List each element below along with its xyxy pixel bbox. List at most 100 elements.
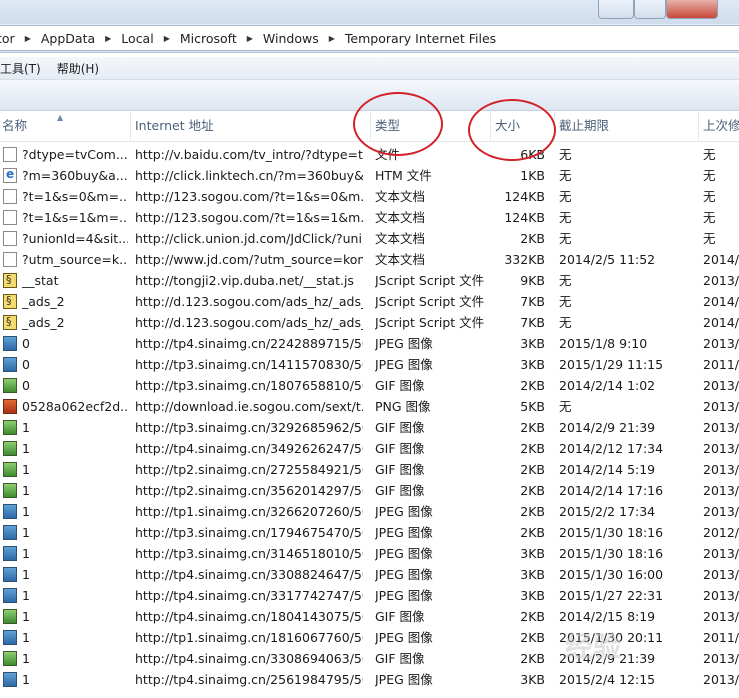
table-row[interactable]: 1 http://tp3.sinaimg.cn/3146518010/50... J…	[0, 543, 739, 564]
breadcrumb-item[interactable]: Local	[115, 31, 159, 46]
breadcrumb-separator-icon[interactable]: ▶	[243, 34, 257, 43]
cell-url: http://tp2.sinaimg.cn/2725584921/50...	[135, 462, 363, 477]
doc-file-icon	[3, 189, 17, 204]
table-row[interactable]: 1 http://tp4.sinaimg.cn/2561984795/50... J…	[0, 669, 739, 690]
jpeg-file-icon	[3, 546, 17, 561]
cell-url: http://tp1.sinaimg.cn/3266207260/50...	[135, 504, 363, 519]
breadcrumb-separator-icon[interactable]: ▶	[21, 34, 35, 43]
menu-item[interactable]: 帮助(H)	[49, 60, 107, 77]
cell-size: 3KB	[520, 672, 545, 687]
column-header-expires[interactable]: 截止期限	[554, 111, 699, 141]
table-row[interactable]: 1 http://tp3.sinaimg.cn/3292685962/50... G…	[0, 417, 739, 438]
cell-url: http://tp3.sinaimg.cn/3146518010/50...	[135, 546, 363, 561]
title-bar	[0, 0, 739, 24]
breadcrumb-separator-icon[interactable]: ▶	[101, 34, 115, 43]
cell-url: http://tp4.sinaimg.cn/1804143075/50...	[135, 609, 363, 624]
table-row[interactable]: ?unionId=4&sit... http://click.union.jd.c…	[0, 228, 739, 249]
table-row[interactable]: ?t=1&s=0&m=... http://123.sogou.com/?t=1&…	[0, 186, 739, 207]
table-row[interactable]: __stat http://tongji2.vip.duba.net/__stat…	[0, 270, 739, 291]
cell-last: 2014/2	[703, 294, 739, 309]
table-row[interactable]: _ads_2 http://d.123.sogou.com/ads_hz/_ads…	[0, 312, 739, 333]
cell-last: 2014/2	[703, 315, 739, 330]
cell-type: PNG 图像	[375, 399, 431, 414]
table-row[interactable]: 1 http://tp4.sinaimg.cn/3308694063/50... G…	[0, 648, 739, 669]
breadcrumb-separator-icon[interactable]: ▶	[160, 34, 174, 43]
cell-last: 2013/1	[703, 483, 739, 498]
table-row[interactable]: 1 http://tp3.sinaimg.cn/1794675470/50... J…	[0, 522, 739, 543]
jpeg-file-icon	[3, 630, 17, 645]
cell-size: 124KB	[504, 210, 545, 225]
cell-expires: 无	[559, 399, 572, 414]
jpeg-file-icon	[3, 336, 17, 351]
breadcrumb-item[interactable]: AppData	[35, 31, 101, 46]
table-row[interactable]: 1 http://tp4.sinaimg.cn/3308824647/50... J…	[0, 564, 739, 585]
cell-size: 9KB	[520, 273, 545, 288]
cell-expires: 2014/2/9 21:39	[559, 420, 656, 435]
cell-url: http://click.union.jd.com/JdClick/?uni..…	[135, 231, 363, 246]
table-row[interactable]: 0 http://tp3.sinaimg.cn/1411570830/50... J…	[0, 354, 739, 375]
table-row[interactable]: 1 http://tp4.sinaimg.cn/1804143075/50... G…	[0, 606, 739, 627]
cell-last: 2013/1	[703, 462, 739, 477]
table-row[interactable]: 1 http://tp2.sinaimg.cn/2725584921/50... G…	[0, 459, 739, 480]
cell-last: 2013/4	[703, 588, 739, 603]
table-row[interactable]: ?t=1&s=1&m=... http://123.sogou.com/?t=1&…	[0, 207, 739, 228]
breadcrumb-item[interactable]: tor	[0, 31, 21, 46]
cell-url: http://download.ie.sogou.com/sext/t...	[135, 399, 363, 414]
cell-last: 2013/1	[703, 546, 739, 561]
cell-type: JPEG 图像	[375, 336, 433, 351]
table-row[interactable]: 1 http://tp1.sinaimg.cn/1816067760/50... J…	[0, 627, 739, 648]
cell-last: 2013/1	[703, 378, 739, 393]
table-row[interactable]: ?m=360buy&a... http://click.linktech.cn/?…	[0, 165, 739, 186]
cell-type: GIF 图像	[375, 651, 425, 666]
minimize-button[interactable]	[598, 0, 634, 19]
cell-last: 2013/1	[703, 672, 739, 687]
column-header-name[interactable]: 名称	[0, 111, 130, 141]
toolbar	[0, 80, 739, 111]
gif-file-icon	[3, 462, 17, 477]
table-row[interactable]: 1 http://tp4.sinaimg.cn/3317742747/50... J…	[0, 585, 739, 606]
gif-file-icon	[3, 441, 17, 456]
cell-name: 1	[22, 483, 30, 498]
table-row[interactable]: 1 http://tp2.sinaimg.cn/3562014297/50... G…	[0, 480, 739, 501]
cell-expires: 2015/1/29 11:15	[559, 357, 664, 372]
cell-type: 文本文档	[375, 252, 426, 267]
column-header-last-modified[interactable]: 上次修	[698, 111, 739, 141]
table-row[interactable]: ?dtype=tvCom... http://v.baidu.com/tv_int…	[0, 144, 739, 165]
table-row[interactable]: ?utm_source=k... http://www.jd.com/?utm_s…	[0, 249, 739, 270]
cell-size: 2KB	[520, 420, 545, 435]
cell-url: http://tp4.sinaimg.cn/3492626247/50...	[135, 441, 363, 456]
cell-name: 1	[22, 609, 30, 624]
cell-name: 1	[22, 525, 30, 540]
cell-last: 2012/6	[703, 525, 739, 540]
cell-expires: 2015/2/4 12:15	[559, 672, 656, 687]
cell-url: http://d.123.sogou.com/ads_hz/_ads_...	[135, 315, 363, 330]
breadcrumb-separator-icon[interactable]: ▶	[325, 34, 339, 43]
column-header-type[interactable]: 类型	[370, 111, 491, 141]
cell-type: JPEG 图像	[375, 672, 433, 687]
cell-expires: 无	[559, 315, 572, 330]
cell-expires: 无	[559, 210, 572, 225]
table-row[interactable]: 1 http://tp4.sinaimg.cn/3492626247/50... G…	[0, 438, 739, 459]
cell-size: 2KB	[520, 525, 545, 540]
cell-expires: 2015/2/2 17:34	[559, 504, 656, 519]
table-row[interactable]: _ads_2 http://d.123.sogou.com/ads_hz/_ads…	[0, 291, 739, 312]
menu-item[interactable]: 工具(T)	[0, 60, 49, 77]
breadcrumb-item[interactable]: Temporary Internet Files	[339, 31, 502, 46]
cell-expires: 2014/2/9 21:39	[559, 651, 656, 666]
column-header-size[interactable]: 大小	[490, 111, 555, 141]
maximize-button[interactable]	[634, 0, 666, 19]
cell-url: http://d.123.sogou.com/ads_hz/_ads_...	[135, 294, 363, 309]
breadcrumb[interactable]: tor▶AppData▶Local▶Microsoft▶Windows▶Temp…	[0, 25, 739, 51]
table-row[interactable]: 0528a062ecf2d... http://download.ie.sogou…	[0, 396, 739, 417]
breadcrumb-item[interactable]: Microsoft	[174, 31, 243, 46]
cell-name: 0	[22, 336, 30, 351]
close-button[interactable]	[666, 0, 718, 19]
column-header-url[interactable]: Internet 地址	[130, 111, 371, 141]
cell-url: http://123.sogou.com/?t=1&s=0&m...	[135, 189, 363, 204]
breadcrumb-item[interactable]: Windows	[257, 31, 325, 46]
table-row[interactable]: 1 http://tp1.sinaimg.cn/3266207260/50... J…	[0, 501, 739, 522]
cell-last: 无	[703, 168, 716, 183]
cell-size: 2KB	[520, 630, 545, 645]
table-row[interactable]: 0 http://tp3.sinaimg.cn/1807658810/50... G…	[0, 375, 739, 396]
table-row[interactable]: 0 http://tp4.sinaimg.cn/2242889715/50... J…	[0, 333, 739, 354]
